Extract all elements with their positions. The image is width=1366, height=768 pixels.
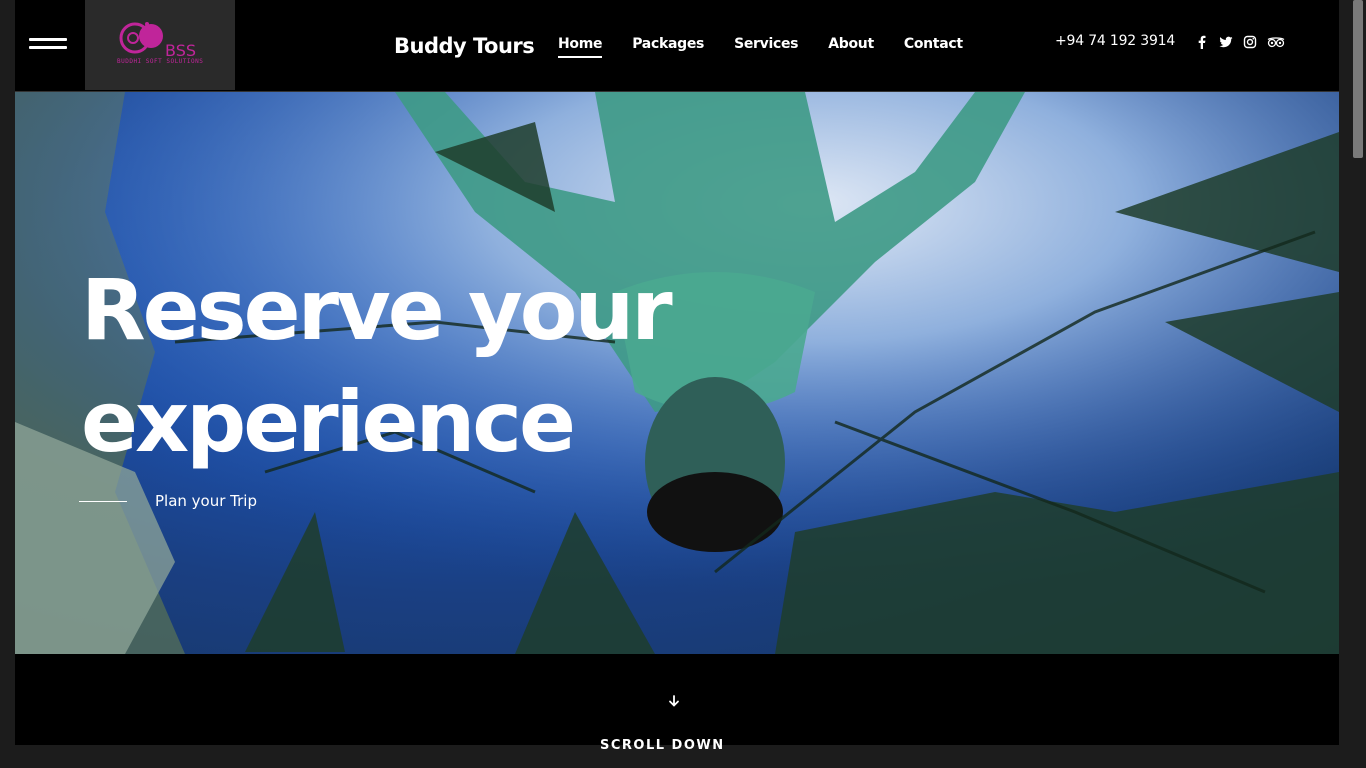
facebook-icon[interactable] xyxy=(1195,34,1209,49)
hero-title-line-1: Reserve your xyxy=(81,261,673,359)
page: BSS BUDDHI SOFT SOLUTIONS Buddy Tours Ho… xyxy=(15,0,1339,745)
nav-home[interactable]: Home xyxy=(558,36,603,58)
nav-contact[interactable]: Contact xyxy=(904,36,963,58)
nav-services[interactable]: Services xyxy=(734,36,798,58)
hero-title: Reserve your experience xyxy=(81,254,673,478)
bss-logo-icon: BSS BUDDHI SOFT SOLUTIONS xyxy=(117,22,203,65)
scroll-down-label[interactable]: SCROLL DOWN xyxy=(600,738,725,753)
hero-section: Reserve your experience Plan your Trip xyxy=(15,92,1339,654)
cta-label: Plan your Trip xyxy=(155,492,257,510)
nav-packages[interactable]: Packages xyxy=(632,36,704,58)
nav-about[interactable]: About xyxy=(828,36,874,58)
menu-bar xyxy=(29,38,67,41)
menu-toggle-button[interactable] xyxy=(29,38,67,54)
menu-bar xyxy=(29,46,67,49)
phone-number[interactable]: +94 74 192 3914 xyxy=(1055,33,1175,49)
main-nav: Home Packages Services About Contact xyxy=(558,36,963,58)
site-header: BSS BUDDHI SOFT SOLUTIONS Buddy Tours Ho… xyxy=(15,0,1339,92)
arrow-down-icon[interactable] xyxy=(667,694,681,712)
logo-subtext: BUDDHI SOFT SOLUTIONS xyxy=(117,58,203,65)
social-links xyxy=(1195,34,1285,49)
cta-divider xyxy=(79,500,127,502)
browser-viewport: BSS BUDDHI SOFT SOLUTIONS Buddy Tours Ho… xyxy=(0,0,1366,768)
page-scrollbar[interactable] xyxy=(1350,0,1366,768)
brand-name[interactable]: Buddy Tours xyxy=(394,34,535,58)
scrollbar-thumb[interactable] xyxy=(1353,0,1363,158)
instagram-icon[interactable] xyxy=(1243,34,1257,49)
hero-title-line-2: experience xyxy=(81,373,576,471)
tripadvisor-icon[interactable] xyxy=(1267,34,1285,48)
twitter-icon[interactable] xyxy=(1219,34,1233,48)
plan-trip-link[interactable]: Plan your Trip xyxy=(79,492,257,510)
site-logo[interactable]: BSS BUDDHI SOFT SOLUTIONS xyxy=(85,0,235,90)
